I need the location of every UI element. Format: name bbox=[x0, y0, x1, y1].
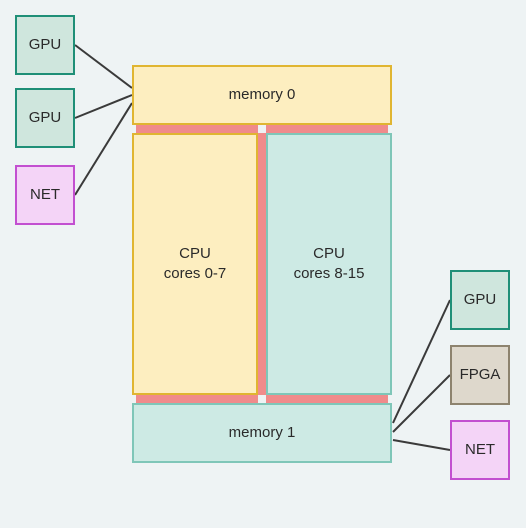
memory-1: memory 1 bbox=[132, 403, 392, 463]
device-net-right-label: NET bbox=[465, 440, 495, 460]
cpu-cores-0-7: CPU cores 0-7 bbox=[132, 133, 258, 395]
device-gpu-right-label: GPU bbox=[464, 290, 497, 310]
line-gpu-b-mem0 bbox=[75, 95, 132, 118]
cpu0-label: CPU cores 0-7 bbox=[164, 244, 227, 285]
memory-0: memory 0 bbox=[132, 65, 392, 125]
cpu-cores-8-15: CPU cores 8-15 bbox=[266, 133, 392, 395]
line-net-mem1 bbox=[393, 440, 450, 450]
line-gpu-a-mem0 bbox=[75, 45, 132, 88]
memory-0-label: memory 0 bbox=[229, 85, 296, 105]
join-cpu0-cpu1 bbox=[258, 133, 266, 395]
device-fpga: FPGA bbox=[450, 345, 510, 405]
device-gpu-a-label: GPU bbox=[29, 35, 62, 55]
line-gpu-mem1 bbox=[393, 300, 450, 423]
cpu1-label: CPU cores 8-15 bbox=[294, 244, 365, 285]
join-cpu1-mem1 bbox=[266, 395, 388, 403]
memory-1-label: memory 1 bbox=[229, 423, 296, 443]
device-gpu-a: GPU bbox=[15, 15, 75, 75]
join-mem0-cpu0 bbox=[136, 125, 258, 133]
device-net-left-label: NET bbox=[30, 185, 60, 205]
join-mem0-cpu1 bbox=[266, 125, 388, 133]
device-net-right: NET bbox=[450, 420, 510, 480]
device-gpu-b-label: GPU bbox=[29, 108, 62, 128]
device-net-left: NET bbox=[15, 165, 75, 225]
line-net-mem0 bbox=[75, 103, 132, 195]
device-gpu-right: GPU bbox=[450, 270, 510, 330]
diagram-canvas: memory 0 CPU cores 0-7 CPU cores 8-15 me… bbox=[0, 0, 526, 528]
device-fpga-label: FPGA bbox=[460, 365, 501, 385]
line-fpga-mem1 bbox=[393, 375, 450, 432]
join-cpu0-mem1 bbox=[136, 395, 258, 403]
device-gpu-b: GPU bbox=[15, 88, 75, 148]
